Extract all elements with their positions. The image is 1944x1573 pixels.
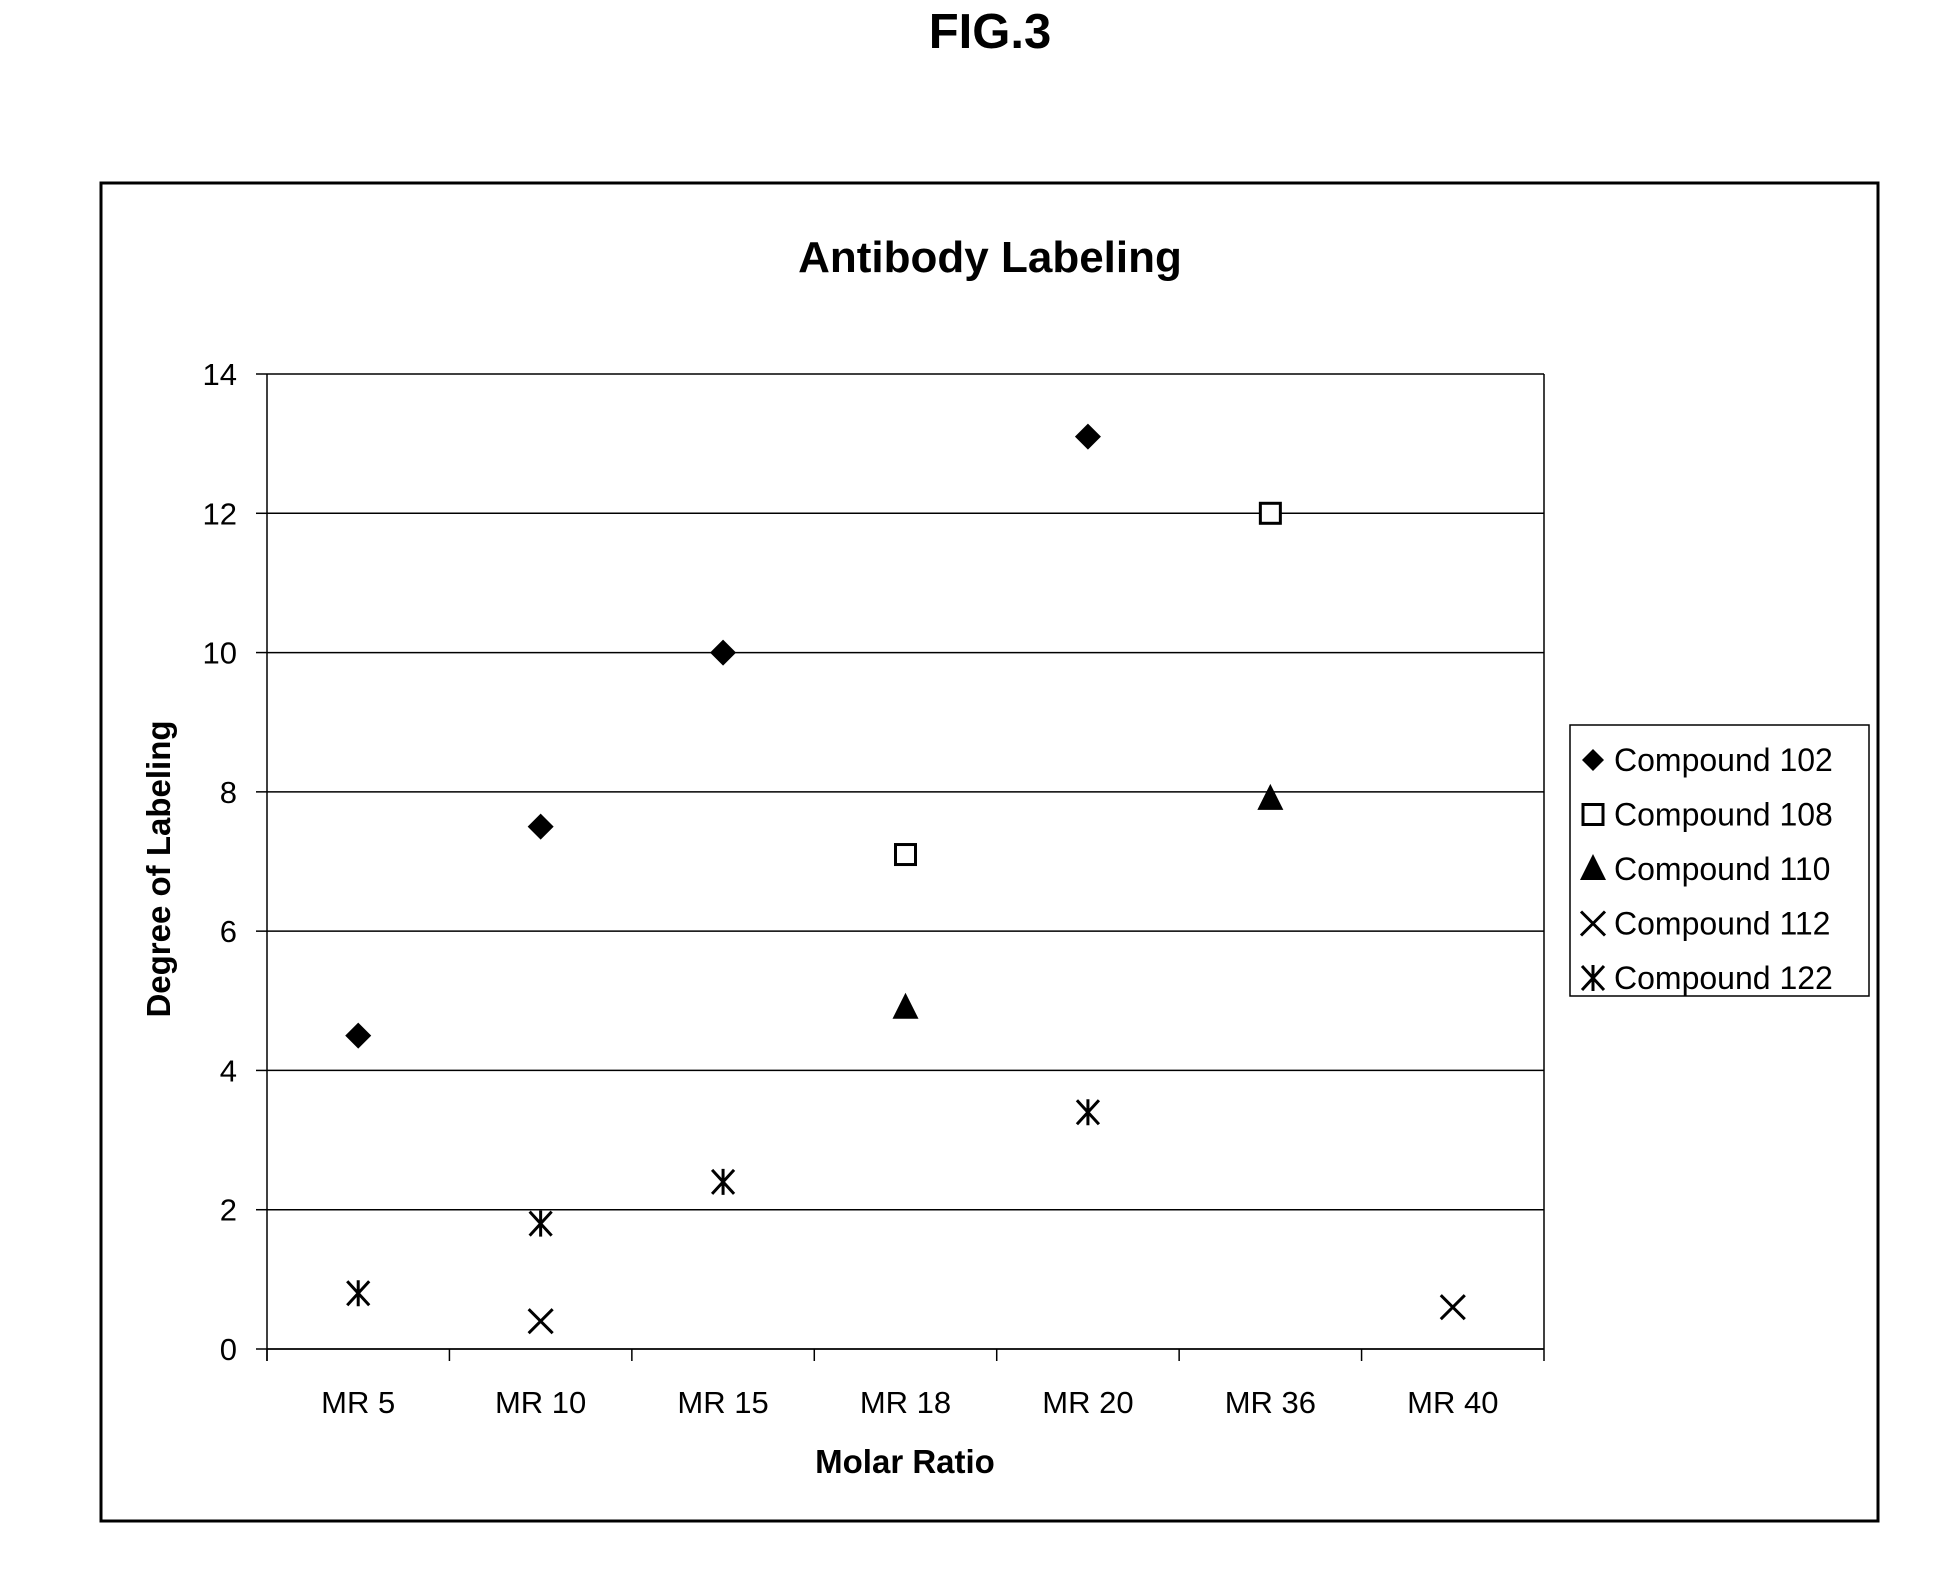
data-point-compound-108	[894, 843, 917, 867]
legend-item-compound-122: Compound 122	[1580, 960, 1833, 996]
legend-item-compound-102: Compound 102	[1582, 742, 1833, 778]
square-marker	[1258, 501, 1282, 525]
x-tick-label: MR 40	[1407, 1385, 1498, 1420]
data-point-compound-112	[1439, 1294, 1466, 1321]
y-tick-labels: 0 2 4 6 8 10 12 14	[203, 357, 237, 1367]
legend-label: Compound 122	[1614, 960, 1833, 996]
asterisk-marker	[346, 1280, 371, 1307]
data-points	[345, 423, 1466, 1335]
y-tick-label: 8	[220, 775, 237, 810]
legend-label: Compound 102	[1614, 742, 1833, 778]
y-tick-label: 0	[220, 1332, 237, 1367]
y-axis-label: Degree of Labeling	[140, 720, 177, 1017]
data-point-compound-102	[345, 1022, 372, 1049]
square-marker	[894, 843, 917, 867]
data-point-compound-108	[1258, 501, 1282, 525]
asterisk-marker	[1075, 1099, 1101, 1126]
data-point-compound-122	[346, 1280, 371, 1307]
legend-marker	[1581, 803, 1605, 826]
legend-label: Compound 108	[1614, 797, 1833, 833]
data-point-compound-112	[527, 1308, 554, 1335]
triangle-marker	[1257, 783, 1284, 810]
square-marker	[1581, 803, 1605, 826]
asterisk-marker	[528, 1210, 553, 1237]
diamond-marker	[1074, 423, 1101, 450]
legend-item-compound-112: Compound 112	[1579, 906, 1830, 942]
x-tick-label: MR 10	[495, 1385, 586, 1420]
x-tick-labels: MR 5 MR 10 MR 15 MR 18 MR 20 MR 36 MR 40	[321, 1385, 1498, 1420]
x-tick-label: MR 15	[677, 1385, 768, 1420]
legend-item-compound-108: Compound 108	[1581, 797, 1833, 833]
data-point-compound-102	[710, 639, 737, 666]
x-tick-label: MR 36	[1225, 1385, 1316, 1420]
y-tick-label: 12	[203, 496, 237, 531]
y-tick-label: 14	[203, 357, 237, 392]
chart: Antibody Labeling 02468101214 MR 5 MR 10 M…	[99, 181, 1880, 1523]
y-tick-label: 10	[203, 636, 237, 671]
y-tick-label: 2	[220, 1193, 237, 1228]
legend-label: Compound 110	[1614, 851, 1830, 887]
diamond-marker	[527, 813, 554, 840]
diamond-marker	[710, 639, 737, 666]
data-point-compound-102	[527, 813, 554, 840]
x-tick-label: MR 18	[860, 1385, 951, 1420]
asterisk-marker	[710, 1168, 736, 1195]
y-tick-label: 4	[220, 1053, 237, 1088]
legend-item-compound-110: Compound 110	[1580, 851, 1830, 887]
data-point-compound-122	[528, 1210, 553, 1237]
y-tick-label: 6	[220, 914, 237, 949]
data-point-compound-110	[1257, 783, 1284, 810]
legend: Compound 102 Compound 108 Compound 110 Comp…	[1569, 724, 1870, 997]
data-point-compound-122	[1075, 1099, 1101, 1126]
data-point-compound-122	[710, 1168, 736, 1195]
diamond-marker	[345, 1022, 372, 1049]
axes	[256, 373, 1545, 1361]
x-tick-label: MR 20	[1042, 1385, 1133, 1420]
chart-title: Antibody Labeling	[798, 233, 1182, 282]
x-axis-label: Molar Ratio	[815, 1443, 995, 1480]
data-point-compound-110	[892, 992, 919, 1019]
data-point-compound-102	[1074, 423, 1101, 450]
legend-label: Compound 112	[1614, 906, 1830, 942]
x-marker	[1439, 1294, 1466, 1321]
x-tick-label: MR 5	[321, 1385, 395, 1420]
triangle-marker	[892, 992, 919, 1019]
x-marker	[527, 1308, 554, 1335]
